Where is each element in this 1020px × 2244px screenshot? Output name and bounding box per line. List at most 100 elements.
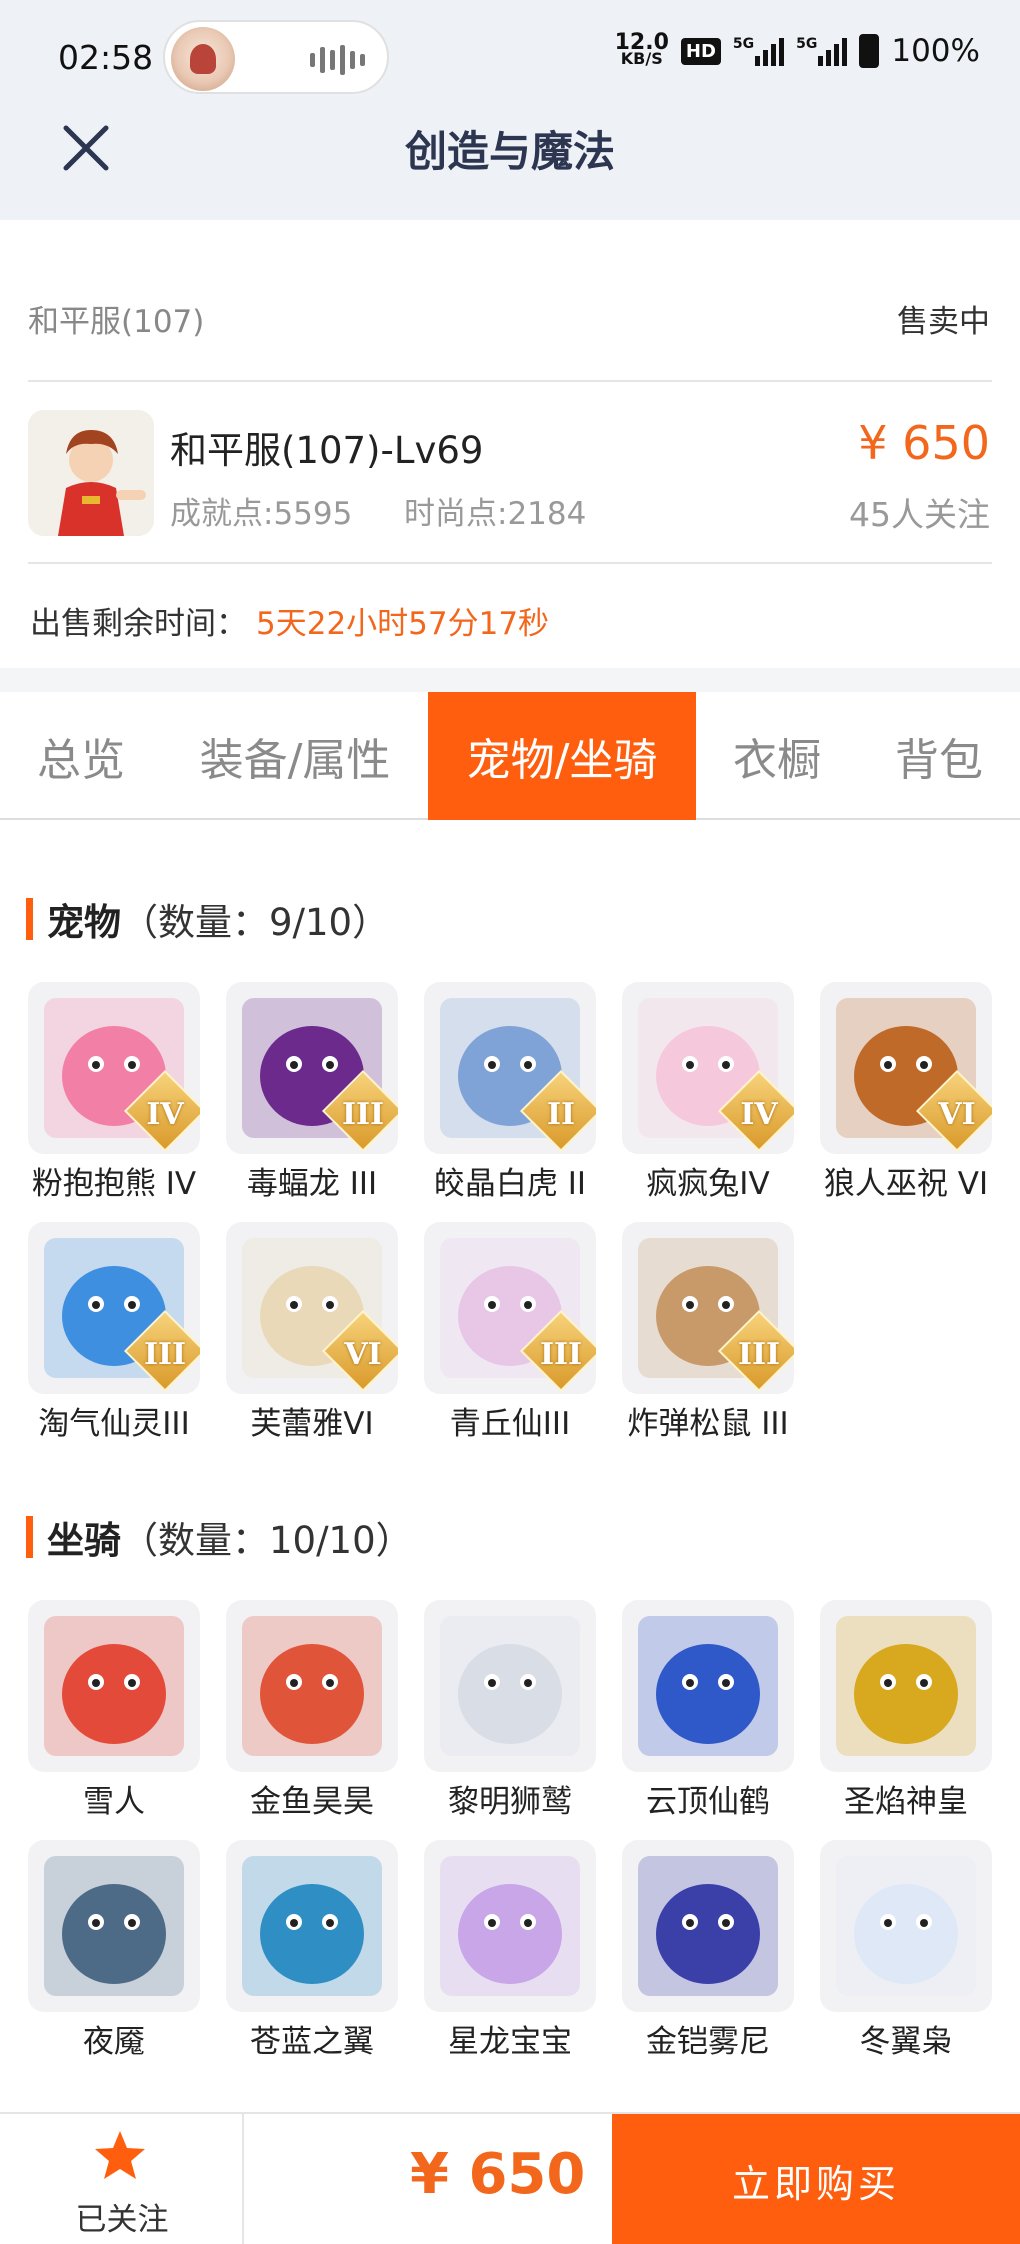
tab-pets-mounts[interactable]: 宠物/坐骑: [428, 692, 696, 820]
crane-icon: [638, 1616, 778, 1756]
rank-badge-text: II: [546, 1097, 576, 1132]
pet-item[interactable]: III 青丘仙III: [424, 1222, 596, 1443]
pet-tile: IV: [28, 982, 200, 1154]
pet-tile: VI: [820, 982, 992, 1154]
achievement-points: 成就点:5595: [170, 496, 353, 532]
pet-name: 粉抱抱熊 IV: [31, 1166, 197, 1202]
armored-beast-icon: [638, 1856, 778, 1996]
remaining-time-value: 5天22小时57分17秒: [256, 606, 550, 642]
hd-icon: HD: [680, 37, 721, 65]
rank-badge-text: IV: [740, 1097, 778, 1132]
mount-item[interactable]: 星龙宝宝: [424, 1840, 596, 2061]
mount-item[interactable]: 雪人: [28, 1600, 200, 1821]
status-time: 02:58: [58, 38, 154, 77]
tab-equipment[interactable]: 装备/属性: [162, 692, 428, 820]
section-accent-bar: [26, 898, 33, 940]
pets-section-header: 宠物 （数量：9/10）: [26, 892, 389, 946]
nightmare-horse-icon: [44, 1856, 184, 1996]
mount-tile: [28, 1600, 200, 1772]
mount-tile: [424, 1600, 596, 1772]
pet-tile: VI: [226, 1222, 398, 1394]
mount-name: 雪人: [83, 1784, 145, 1820]
star-icon: [95, 2131, 145, 2179]
mount-name: 苍蓝之翼: [250, 2024, 374, 2060]
signal-icon-2: 5G: [796, 36, 848, 66]
pet-name: 芙蕾雅VI: [250, 1406, 374, 1442]
net-speed: 12.0 KB/S: [614, 30, 669, 68]
pet-tile: III: [424, 1222, 596, 1394]
media-thumbnail: [171, 27, 235, 91]
item-title: 和平服(107)-Lv69: [170, 429, 484, 472]
character-avatar: [28, 410, 154, 536]
mount-name: 黎明狮鹫: [448, 1784, 572, 1820]
divider: [28, 380, 992, 382]
sale-status: 售卖中: [897, 304, 990, 340]
server-name: 和平服(107): [28, 304, 205, 340]
pet-item[interactable]: IV 疯疯兔IV: [622, 982, 794, 1203]
mount-item[interactable]: 夜魇: [28, 1840, 200, 2061]
mounts-count: （数量：10/10）: [121, 1519, 413, 1562]
mount-item[interactable]: 金铠雾尼: [622, 1840, 794, 2061]
remaining-time-label: 出售剩余时间：: [30, 606, 247, 642]
page-title: 创造与魔法: [404, 127, 615, 176]
mount-item[interactable]: 苍蓝之翼: [226, 1840, 398, 2061]
rank-badge-text: VI: [344, 1337, 382, 1372]
mount-tile: [820, 1840, 992, 2012]
mount-name: 金铠雾尼: [646, 2024, 770, 2060]
pet-tile: IV: [622, 982, 794, 1154]
pet-name: 淘气仙灵III: [38, 1406, 190, 1442]
rank-badge-text: III: [539, 1337, 583, 1372]
price: ¥ 650: [858, 416, 990, 470]
tab-overview[interactable]: 总览: [0, 692, 162, 820]
mount-tile: [226, 1600, 398, 1772]
pet-item[interactable]: III 炸弹松鼠 III: [622, 1222, 794, 1443]
mount-tile: [424, 1840, 596, 2012]
section-accent-bar: [26, 1516, 33, 1558]
buy-now-button[interactable]: 立即购买: [612, 2114, 1020, 2244]
mount-name: 冬翼枭: [859, 2024, 953, 2060]
mount-tile: [622, 1840, 794, 2012]
pet-item[interactable]: VI 芙蕾雅VI: [226, 1222, 398, 1443]
tab-wardrobe[interactable]: 衣橱: [696, 692, 858, 820]
bottom-bar: 已关注 ¥ 650 立即购买: [0, 2112, 1020, 2244]
pet-item[interactable]: IV 粉抱抱熊 IV: [28, 982, 200, 1203]
pet-tile: III: [622, 1222, 794, 1394]
rank-badge-text: III: [737, 1337, 781, 1372]
phoenix-icon: [836, 1616, 976, 1756]
mount-name: 圣焰神皇: [844, 1784, 968, 1820]
listing-card: 和平服(107) 售卖中 和平服(107)-Lv69 成就点:5595 时尚点:…: [0, 220, 1020, 668]
pet-item[interactable]: VI 狼人巫祝 VI: [820, 982, 992, 1203]
rank-badge-text: IV: [146, 1097, 184, 1132]
fashion-points: 时尚点:2184: [404, 496, 587, 532]
mount-item[interactable]: 金鱼昊昊: [226, 1600, 398, 1821]
pet-name: 皎晶白虎 II: [433, 1166, 587, 1202]
pet-item[interactable]: III 毒蝠龙 III: [226, 982, 398, 1203]
star-dragon-icon: [440, 1856, 580, 1996]
section-gap: [0, 668, 1020, 692]
tab-backpack[interactable]: 背包: [858, 692, 1020, 820]
goldfish-icon: [242, 1616, 382, 1756]
mount-tile: [226, 1840, 398, 2012]
follow-button[interactable]: 已关注: [0, 2114, 244, 2244]
mount-tile: [622, 1600, 794, 1772]
media-pill[interactable]: [163, 20, 389, 94]
pet-name: 炸弹松鼠 III: [627, 1406, 789, 1442]
mount-item[interactable]: 云顶仙鹤: [622, 1600, 794, 1821]
battery-icon: [859, 34, 880, 68]
rank-badge-text: VI: [938, 1097, 976, 1132]
mounts-title: 坐骑: [47, 1519, 121, 1562]
pets-title: 宠物: [47, 901, 121, 944]
pet-tile: III: [226, 982, 398, 1154]
azure-wing-icon: [242, 1856, 382, 1996]
tab-bar: 总览 装备/属性 宠物/坐骑 衣橱 背包: [0, 692, 1020, 820]
pet-name: 疯疯兔IV: [646, 1166, 770, 1202]
bottom-price: ¥ 650: [410, 2142, 586, 2207]
mounts-section-header: 坐骑 （数量：10/10）: [26, 1510, 413, 1564]
mount-tile: [28, 1840, 200, 2012]
pet-item[interactable]: III 淘气仙灵III: [28, 1222, 200, 1443]
mount-item[interactable]: 冬翼枭: [820, 1840, 992, 2061]
mount-item[interactable]: 圣焰神皇: [820, 1600, 992, 1821]
pet-item[interactable]: II 皎晶白虎 II: [424, 982, 596, 1203]
mount-item[interactable]: 黎明狮鹫: [424, 1600, 596, 1821]
mount-name: 金鱼昊昊: [250, 1784, 374, 1820]
